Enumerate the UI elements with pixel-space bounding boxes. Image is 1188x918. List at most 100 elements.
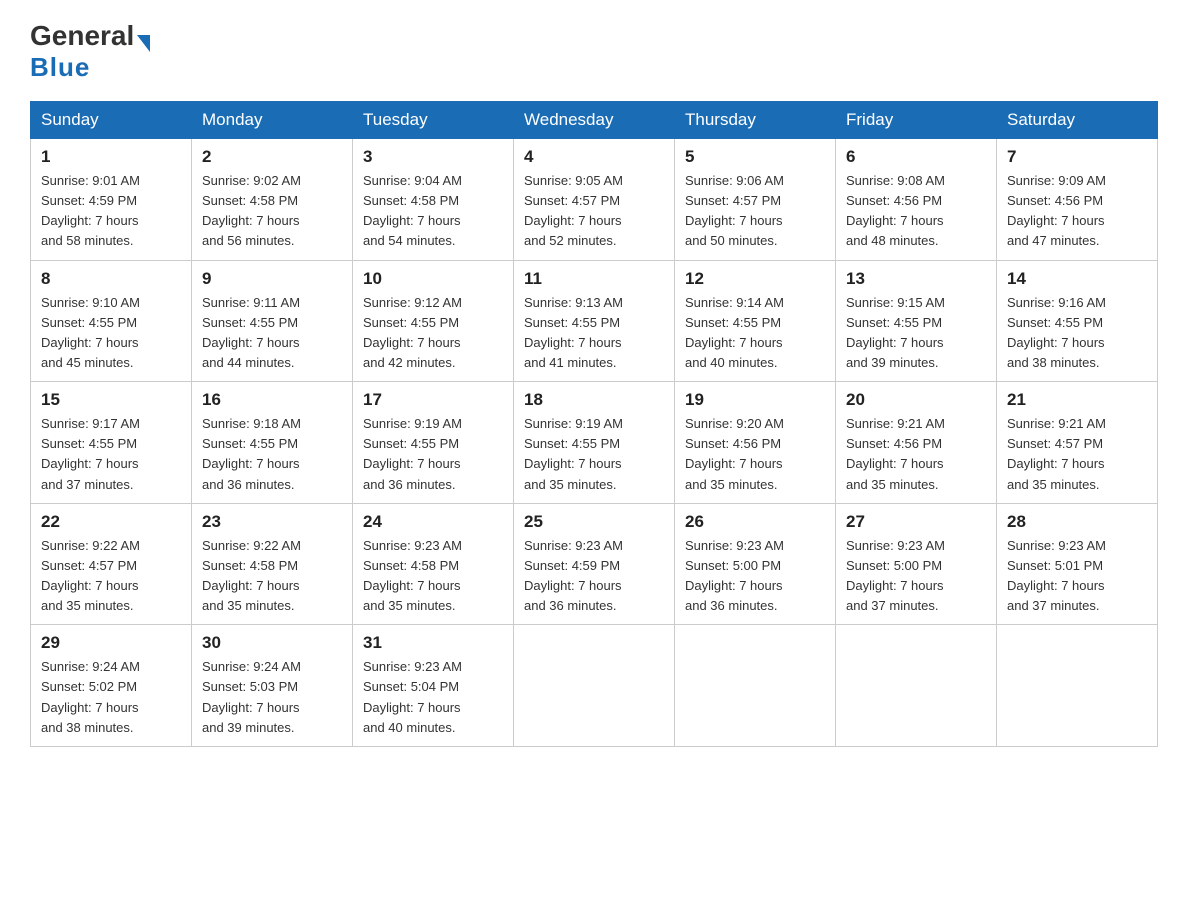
day-info: Sunrise: 9:12 AMSunset: 4:55 PMDaylight:… bbox=[363, 295, 462, 370]
day-info: Sunrise: 9:15 AMSunset: 4:55 PMDaylight:… bbox=[846, 295, 945, 370]
calendar-cell: 14 Sunrise: 9:16 AMSunset: 4:55 PMDaylig… bbox=[997, 260, 1158, 382]
day-info: Sunrise: 9:02 AMSunset: 4:58 PMDaylight:… bbox=[202, 173, 301, 248]
day-info: Sunrise: 9:21 AMSunset: 4:57 PMDaylight:… bbox=[1007, 416, 1106, 491]
day-number: 16 bbox=[202, 390, 342, 410]
calendar-cell: 18 Sunrise: 9:19 AMSunset: 4:55 PMDaylig… bbox=[514, 382, 675, 504]
calendar-cell bbox=[836, 625, 997, 747]
day-number: 20 bbox=[846, 390, 986, 410]
weekday-header-monday: Monday bbox=[192, 102, 353, 139]
day-info: Sunrise: 9:23 AMSunset: 5:01 PMDaylight:… bbox=[1007, 538, 1106, 613]
day-number: 31 bbox=[363, 633, 503, 653]
day-number: 5 bbox=[685, 147, 825, 167]
calendar-cell: 21 Sunrise: 9:21 AMSunset: 4:57 PMDaylig… bbox=[997, 382, 1158, 504]
calendar-cell: 1 Sunrise: 9:01 AMSunset: 4:59 PMDayligh… bbox=[31, 139, 192, 261]
day-info: Sunrise: 9:23 AMSunset: 4:59 PMDaylight:… bbox=[524, 538, 623, 613]
week-row-4: 22 Sunrise: 9:22 AMSunset: 4:57 PMDaylig… bbox=[31, 503, 1158, 625]
day-number: 19 bbox=[685, 390, 825, 410]
day-info: Sunrise: 9:22 AMSunset: 4:58 PMDaylight:… bbox=[202, 538, 301, 613]
calendar-table: SundayMondayTuesdayWednesdayThursdayFrid… bbox=[30, 101, 1158, 747]
weekday-header-saturday: Saturday bbox=[997, 102, 1158, 139]
weekday-header-sunday: Sunday bbox=[31, 102, 192, 139]
day-info: Sunrise: 9:06 AMSunset: 4:57 PMDaylight:… bbox=[685, 173, 784, 248]
calendar-cell: 29 Sunrise: 9:24 AMSunset: 5:02 PMDaylig… bbox=[31, 625, 192, 747]
day-number: 25 bbox=[524, 512, 664, 532]
day-info: Sunrise: 9:23 AMSunset: 5:04 PMDaylight:… bbox=[363, 659, 462, 734]
day-number: 27 bbox=[846, 512, 986, 532]
day-info: Sunrise: 9:09 AMSunset: 4:56 PMDaylight:… bbox=[1007, 173, 1106, 248]
calendar-cell: 9 Sunrise: 9:11 AMSunset: 4:55 PMDayligh… bbox=[192, 260, 353, 382]
day-number: 21 bbox=[1007, 390, 1147, 410]
day-info: Sunrise: 9:13 AMSunset: 4:55 PMDaylight:… bbox=[524, 295, 623, 370]
calendar-cell bbox=[514, 625, 675, 747]
day-info: Sunrise: 9:14 AMSunset: 4:55 PMDaylight:… bbox=[685, 295, 784, 370]
weekday-header-friday: Friday bbox=[836, 102, 997, 139]
week-row-1: 1 Sunrise: 9:01 AMSunset: 4:59 PMDayligh… bbox=[31, 139, 1158, 261]
weekday-header-row: SundayMondayTuesdayWednesdayThursdayFrid… bbox=[31, 102, 1158, 139]
calendar-cell: 24 Sunrise: 9:23 AMSunset: 4:58 PMDaylig… bbox=[353, 503, 514, 625]
day-info: Sunrise: 9:01 AMSunset: 4:59 PMDaylight:… bbox=[41, 173, 140, 248]
weekday-header-thursday: Thursday bbox=[675, 102, 836, 139]
day-number: 9 bbox=[202, 269, 342, 289]
weekday-header-tuesday: Tuesday bbox=[353, 102, 514, 139]
day-number: 24 bbox=[363, 512, 503, 532]
weekday-header-wednesday: Wednesday bbox=[514, 102, 675, 139]
calendar-cell: 25 Sunrise: 9:23 AMSunset: 4:59 PMDaylig… bbox=[514, 503, 675, 625]
week-row-3: 15 Sunrise: 9:17 AMSunset: 4:55 PMDaylig… bbox=[31, 382, 1158, 504]
day-number: 12 bbox=[685, 269, 825, 289]
calendar-cell: 8 Sunrise: 9:10 AMSunset: 4:55 PMDayligh… bbox=[31, 260, 192, 382]
calendar-cell: 28 Sunrise: 9:23 AMSunset: 5:01 PMDaylig… bbox=[997, 503, 1158, 625]
calendar-cell: 27 Sunrise: 9:23 AMSunset: 5:00 PMDaylig… bbox=[836, 503, 997, 625]
day-number: 15 bbox=[41, 390, 181, 410]
calendar-cell bbox=[675, 625, 836, 747]
week-row-2: 8 Sunrise: 9:10 AMSunset: 4:55 PMDayligh… bbox=[31, 260, 1158, 382]
calendar-cell: 15 Sunrise: 9:17 AMSunset: 4:55 PMDaylig… bbox=[31, 382, 192, 504]
day-number: 8 bbox=[41, 269, 181, 289]
page-header: General Blue bbox=[30, 20, 1158, 83]
day-info: Sunrise: 9:17 AMSunset: 4:55 PMDaylight:… bbox=[41, 416, 140, 491]
day-info: Sunrise: 9:24 AMSunset: 5:02 PMDaylight:… bbox=[41, 659, 140, 734]
day-number: 3 bbox=[363, 147, 503, 167]
day-info: Sunrise: 9:21 AMSunset: 4:56 PMDaylight:… bbox=[846, 416, 945, 491]
day-number: 26 bbox=[685, 512, 825, 532]
day-info: Sunrise: 9:05 AMSunset: 4:57 PMDaylight:… bbox=[524, 173, 623, 248]
day-number: 13 bbox=[846, 269, 986, 289]
day-number: 6 bbox=[846, 147, 986, 167]
day-number: 14 bbox=[1007, 269, 1147, 289]
calendar-cell: 2 Sunrise: 9:02 AMSunset: 4:58 PMDayligh… bbox=[192, 139, 353, 261]
calendar-cell: 16 Sunrise: 9:18 AMSunset: 4:55 PMDaylig… bbox=[192, 382, 353, 504]
day-number: 23 bbox=[202, 512, 342, 532]
calendar-cell: 30 Sunrise: 9:24 AMSunset: 5:03 PMDaylig… bbox=[192, 625, 353, 747]
day-number: 22 bbox=[41, 512, 181, 532]
calendar-cell: 26 Sunrise: 9:23 AMSunset: 5:00 PMDaylig… bbox=[675, 503, 836, 625]
logo-blue-text: Blue bbox=[30, 52, 150, 83]
calendar-cell: 20 Sunrise: 9:21 AMSunset: 4:56 PMDaylig… bbox=[836, 382, 997, 504]
day-info: Sunrise: 9:08 AMSunset: 4:56 PMDaylight:… bbox=[846, 173, 945, 248]
calendar-cell: 23 Sunrise: 9:22 AMSunset: 4:58 PMDaylig… bbox=[192, 503, 353, 625]
calendar-cell: 7 Sunrise: 9:09 AMSunset: 4:56 PMDayligh… bbox=[997, 139, 1158, 261]
logo: General Blue bbox=[30, 20, 150, 83]
day-info: Sunrise: 9:19 AMSunset: 4:55 PMDaylight:… bbox=[524, 416, 623, 491]
day-info: Sunrise: 9:23 AMSunset: 5:00 PMDaylight:… bbox=[846, 538, 945, 613]
day-info: Sunrise: 9:11 AMSunset: 4:55 PMDaylight:… bbox=[202, 295, 300, 370]
day-info: Sunrise: 9:19 AMSunset: 4:55 PMDaylight:… bbox=[363, 416, 462, 491]
logo-arrow-icon bbox=[137, 35, 150, 52]
day-number: 30 bbox=[202, 633, 342, 653]
day-info: Sunrise: 9:23 AMSunset: 4:58 PMDaylight:… bbox=[363, 538, 462, 613]
day-number: 7 bbox=[1007, 147, 1147, 167]
calendar-cell: 12 Sunrise: 9:14 AMSunset: 4:55 PMDaylig… bbox=[675, 260, 836, 382]
day-info: Sunrise: 9:16 AMSunset: 4:55 PMDaylight:… bbox=[1007, 295, 1106, 370]
calendar-cell: 6 Sunrise: 9:08 AMSunset: 4:56 PMDayligh… bbox=[836, 139, 997, 261]
day-info: Sunrise: 9:10 AMSunset: 4:55 PMDaylight:… bbox=[41, 295, 140, 370]
calendar-cell: 10 Sunrise: 9:12 AMSunset: 4:55 PMDaylig… bbox=[353, 260, 514, 382]
day-number: 29 bbox=[41, 633, 181, 653]
day-info: Sunrise: 9:18 AMSunset: 4:55 PMDaylight:… bbox=[202, 416, 301, 491]
day-info: Sunrise: 9:22 AMSunset: 4:57 PMDaylight:… bbox=[41, 538, 140, 613]
calendar-cell: 17 Sunrise: 9:19 AMSunset: 4:55 PMDaylig… bbox=[353, 382, 514, 504]
calendar-cell: 3 Sunrise: 9:04 AMSunset: 4:58 PMDayligh… bbox=[353, 139, 514, 261]
calendar-cell: 4 Sunrise: 9:05 AMSunset: 4:57 PMDayligh… bbox=[514, 139, 675, 261]
day-info: Sunrise: 9:24 AMSunset: 5:03 PMDaylight:… bbox=[202, 659, 301, 734]
day-number: 17 bbox=[363, 390, 503, 410]
day-number: 4 bbox=[524, 147, 664, 167]
calendar-cell bbox=[997, 625, 1158, 747]
day-number: 1 bbox=[41, 147, 181, 167]
